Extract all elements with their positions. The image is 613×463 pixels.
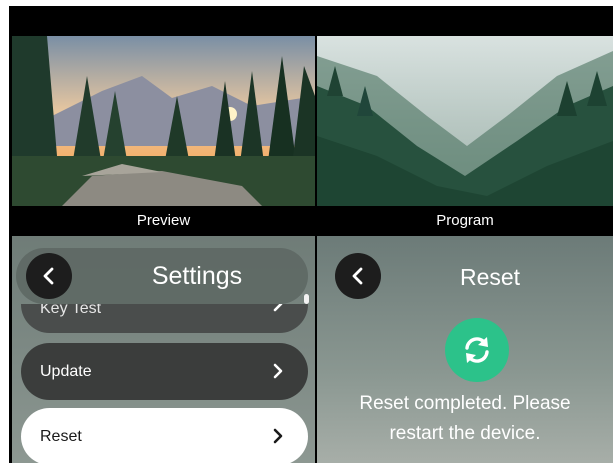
settings-menu-list[interactable]: Key Test Update Reset bbox=[12, 304, 315, 463]
program-image bbox=[317, 36, 613, 206]
preview-pane: Preview bbox=[12, 36, 315, 236]
reset-title: Reset bbox=[459, 264, 521, 290]
menu-item-label: Reset bbox=[40, 428, 82, 445]
menu-item-key-test[interactable]: Key Test bbox=[21, 304, 308, 333]
preview-caption: Preview bbox=[136, 212, 191, 229]
reset-back-button[interactable] bbox=[335, 253, 381, 299]
chevron-right-icon bbox=[273, 304, 283, 312]
program-caption: Program bbox=[436, 212, 494, 229]
reset-status-badge bbox=[445, 318, 509, 382]
back-chevron-icon bbox=[352, 267, 363, 285]
settings-scrollbar[interactable] bbox=[304, 294, 309, 304]
reset-message: Reset completed. Please restart the devi… bbox=[327, 389, 603, 449]
chevron-right-icon bbox=[273, 428, 283, 444]
preview-image bbox=[12, 36, 315, 206]
chevron-right-icon bbox=[273, 363, 283, 379]
menu-item-label: Key Test bbox=[40, 304, 102, 317]
program-pane: Program bbox=[317, 36, 613, 236]
refresh-icon bbox=[465, 337, 489, 363]
device-screen: Preview Program Key Test Update Reset Se… bbox=[9, 6, 613, 463]
settings-panel: Key Test Update Reset Settings bbox=[12, 236, 315, 463]
reset-message-line-2: restart the device. bbox=[389, 423, 541, 444]
menu-item-label: Update bbox=[40, 363, 92, 380]
menu-item-reset[interactable]: Reset bbox=[21, 408, 308, 463]
back-chevron-icon bbox=[43, 267, 54, 285]
settings-back-button[interactable] bbox=[26, 253, 72, 299]
reset-panel: Reset Reset completed. Please restart th… bbox=[317, 236, 613, 463]
settings-header: Settings bbox=[16, 248, 308, 304]
reset-message-line-1: Reset completed. Please bbox=[359, 393, 571, 414]
settings-title: Settings bbox=[151, 262, 243, 290]
menu-item-update[interactable]: Update bbox=[21, 343, 308, 400]
